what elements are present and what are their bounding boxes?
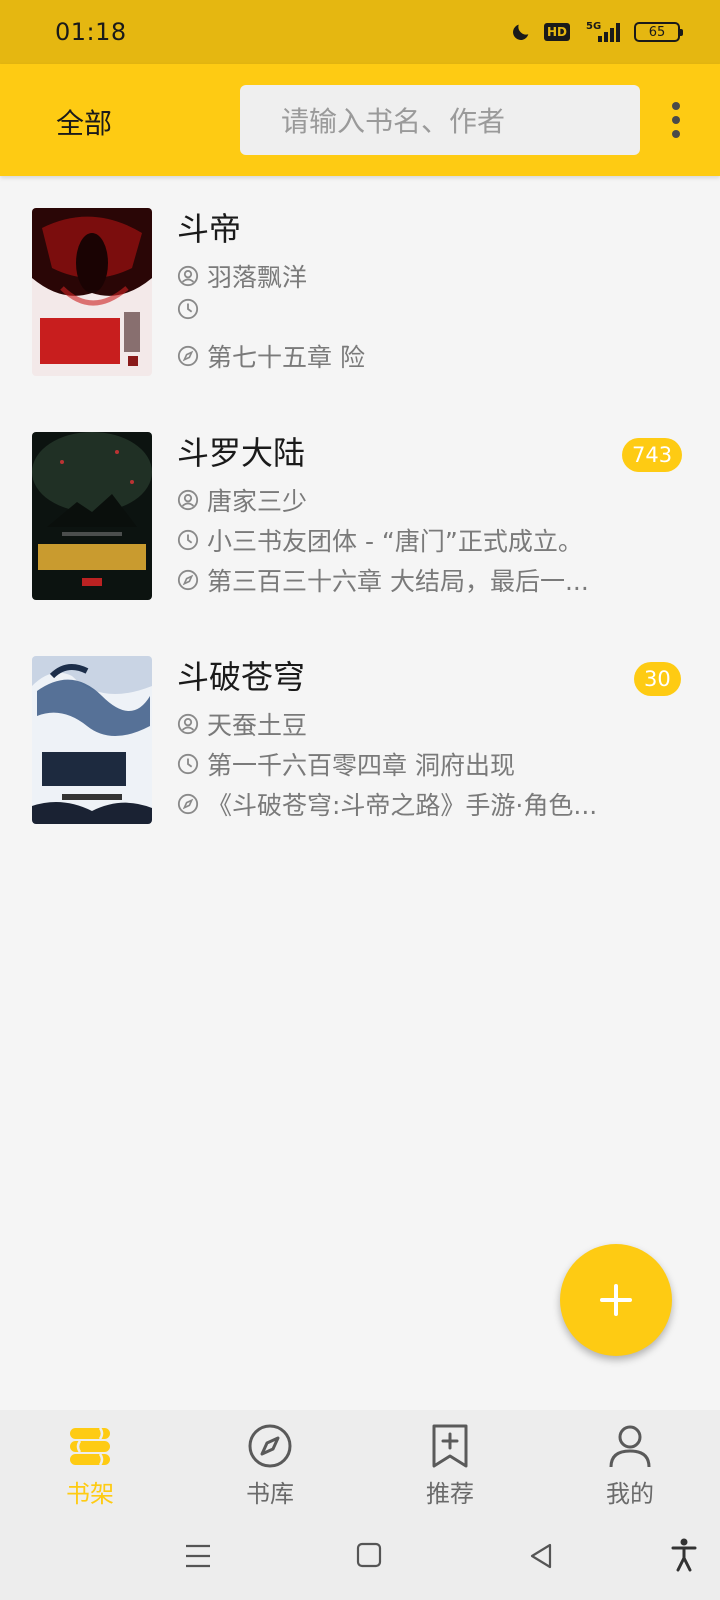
compass-icon <box>177 345 199 367</box>
book-title: 斗帝 <box>177 210 242 248</box>
book-author-row: 天蚕土豆 <box>177 706 307 742</box>
unread-count-badge: 30 <box>634 662 681 696</box>
menu-icon[interactable] <box>184 1542 212 1570</box>
battery-icon: 65 <box>634 22 683 42</box>
book-update-row: 小三书友团体 - “唐门”正式成立。 <box>177 522 583 558</box>
clock-icon <box>177 298 199 320</box>
book-title: 斗罗大陆 <box>177 434 306 472</box>
book-author: 羽落飘洋 <box>207 263 308 292</box>
add-book-button[interactable] <box>560 1244 672 1356</box>
status-icons: HD 5G 65 <box>510 20 683 44</box>
book-cover <box>32 656 152 824</box>
book-latest-update: 第一千六百零四章 洞府出现 <box>207 751 515 780</box>
book-author: 唐家三少 <box>207 487 308 516</box>
book-progress-row: 第七十五章 险 <box>177 338 365 374</box>
nav-item-library[interactable]: 书库 <box>180 1410 360 1512</box>
book-read-progress: 《斗破苍穹:斗帝之路》手游·角色... <box>207 791 598 820</box>
book-progress-row: 第三百三十六章 大结局，最后一... <box>177 562 589 598</box>
moon-icon <box>513 24 529 40</box>
book-item[interactable]: 斗帝 羽落飘洋 第七十五章 险 <box>0 176 720 400</box>
accessibility-icon[interactable] <box>670 1538 698 1572</box>
status-time: 01:18 <box>55 18 127 46</box>
nav-item-bookshelf[interactable]: 书架 <box>0 1410 180 1512</box>
author-icon <box>177 265 199 287</box>
clock-icon <box>177 529 199 551</box>
author-icon <box>177 489 199 511</box>
bookmark-add-icon <box>432 1424 468 1468</box>
compass-icon <box>248 1424 292 1468</box>
book-read-progress: 第三百三十六章 大结局，最后一... <box>207 567 589 596</box>
book-cover <box>32 208 152 376</box>
bookshelf-list: 斗帝 羽落飘洋 第七十五章 险 斗罗大陆 743 唐家三少 小三书友团体 - “… <box>0 176 720 848</box>
compass-icon <box>177 793 199 815</box>
user-icon <box>609 1425 651 1468</box>
search-placeholder: 请输入书名、作者 <box>281 105 506 138</box>
signal-5g-icon: 5G <box>586 21 620 42</box>
plus-icon <box>600 1284 632 1316</box>
back-icon[interactable] <box>528 1542 554 1570</box>
book-cover <box>32 432 152 600</box>
more-vertical-icon[interactable] <box>666 100 686 140</box>
hd-icon: HD <box>543 23 570 41</box>
top-toolbar: 全部 请输入书名、作者 <box>0 64 720 176</box>
search-input[interactable]: 请输入书名、作者 <box>240 85 640 155</box>
book-author: 天蚕土豆 <box>207 711 308 740</box>
nav-item-recommend[interactable]: 推荐 <box>360 1410 540 1512</box>
nav-label: 推荐 <box>426 1480 474 1508</box>
author-icon <box>177 713 199 735</box>
book-title: 斗破苍穹 <box>177 658 306 696</box>
book-progress-row: 《斗破苍穹:斗帝之路》手游·角色... <box>177 786 597 822</box>
book-latest-update: 小三书友团体 - “唐门”正式成立。 <box>207 527 583 556</box>
book-item[interactable]: 斗破苍穹 30 天蚕土豆 第一千六百零四章 洞府出现 《斗破苍穹:斗帝之路》手游… <box>0 624 720 848</box>
nav-label: 我的 <box>606 1480 654 1508</box>
system-navigation-bar <box>0 1512 720 1600</box>
status-bar: 01:18 HD 5G 65 <box>0 0 720 64</box>
group-filter-button[interactable]: 全部 <box>56 102 112 142</box>
bookshelf-icon <box>70 1427 110 1466</box>
network-label: 5G <box>586 21 601 32</box>
bottom-navigation: 书架 书库 推荐 我的 <box>0 1410 720 1512</box>
nav-label: 书架 <box>66 1480 114 1508</box>
unread-count-badge: 743 <box>622 438 683 472</box>
book-read-progress: 第七十五章 险 <box>207 343 365 372</box>
nav-item-mine[interactable]: 我的 <box>540 1410 720 1512</box>
book-item[interactable]: 斗罗大陆 743 唐家三少 小三书友团体 - “唐门”正式成立。 第三百三十六章… <box>0 400 720 624</box>
book-update-row <box>177 298 207 320</box>
book-author-row: 唐家三少 <box>177 482 307 518</box>
book-update-row: 第一千六百零四章 洞府出现 <box>177 746 515 782</box>
clock-icon <box>177 753 199 775</box>
book-author-row: 羽落飘洋 <box>177 258 307 294</box>
home-icon[interactable] <box>356 1542 382 1568</box>
nav-label: 书库 <box>246 1480 294 1508</box>
battery-level: 65 <box>648 24 666 40</box>
compass-icon <box>177 569 199 591</box>
